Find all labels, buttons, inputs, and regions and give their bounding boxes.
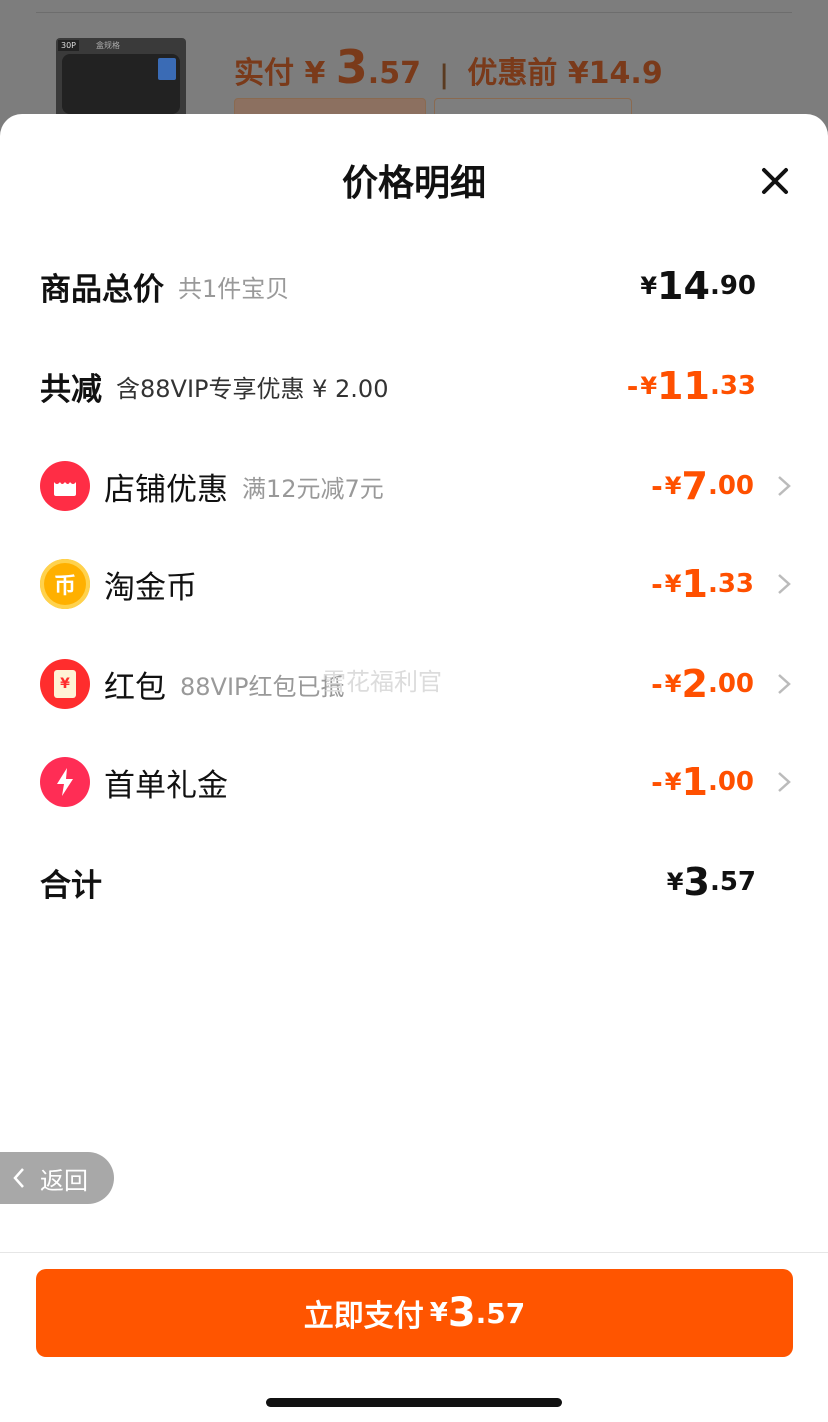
minus-sign: - [651, 469, 663, 503]
red-packet-label: 红包 [104, 669, 166, 706]
sum-label: 合计 [40, 867, 102, 904]
currency-symbol: ¥ [640, 272, 658, 300]
pay-amount-int: 3 [447, 1290, 476, 1336]
store-discount-label: 店铺优惠 [104, 471, 228, 508]
red-packet-icon: ¥ [40, 659, 90, 709]
before-discount-label: 优惠前 [467, 56, 558, 91]
chevron-right-icon [778, 674, 791, 694]
chevron-right-icon [778, 574, 791, 594]
currency-symbol: ¥ [664, 768, 682, 796]
goods-count: 共1件宝贝 [178, 274, 290, 303]
amount-int: 2 [681, 662, 708, 706]
minus-sign: - [651, 765, 663, 799]
thumbnail-tag: 30P [58, 40, 80, 51]
minus-sign: - [651, 667, 663, 701]
amount-dec: .33 [709, 371, 756, 401]
red-packet-glyph: ¥ [60, 676, 70, 692]
sum-amount: ¥3.57 [667, 852, 756, 912]
currency-symbol: ¥ [664, 570, 682, 598]
row-taobao-coins[interactable]: 币 淘金币 - ¥1.33 [40, 554, 792, 614]
amount-dec: .00 [707, 767, 754, 797]
background-price-summary: 实付 ¥ 3.57 | 优惠前 ¥14.9 [234, 40, 663, 94]
amount-dec: .00 [707, 669, 754, 699]
amount-int: 1 [681, 562, 708, 606]
amount-int: 3 [683, 860, 710, 904]
before-discount-value: ¥14.9 [567, 56, 663, 91]
amount-dec: .00 [707, 471, 754, 501]
amount-int: 1 [681, 760, 708, 804]
chevron-right-icon [778, 772, 791, 792]
product-image-badge [158, 58, 176, 80]
store-icon [40, 461, 90, 511]
back-button[interactable]: 返回 [0, 1152, 114, 1204]
amount-int: 14 [657, 264, 710, 308]
currency-symbol: ¥ [666, 868, 684, 896]
chevron-left-icon [13, 1168, 24, 1188]
currency-symbol: ¥ [664, 670, 682, 698]
background-divider [36, 12, 792, 13]
row-first-order-gift[interactable]: 首单礼金 - ¥1.00 [40, 752, 792, 812]
price-separator: | [439, 60, 449, 90]
chevron-right-icon [778, 476, 791, 496]
coin-glyph: 币 [53, 574, 76, 599]
total-reduction-label: 共减 [40, 371, 102, 408]
pay-now-label: 立即支付 [303, 1299, 424, 1334]
currency-symbol: ¥ [640, 372, 658, 400]
pay-now-button[interactable]: 立即支付 ¥3.57 [36, 1269, 793, 1357]
pay-currency: ¥ [429, 1298, 448, 1328]
red-packet-note: 88VIP红包已抵 [180, 672, 345, 701]
minus-sign: - [626, 369, 639, 403]
amount-dec: .90 [709, 271, 756, 301]
total-reduction-amount: - ¥11.33 [627, 356, 756, 416]
home-indicator [266, 1398, 562, 1407]
coins-amount: - ¥1.33 [651, 554, 754, 614]
pay-amount-dec: .57 [475, 1296, 526, 1330]
paid-dec: .57 [367, 56, 421, 91]
row-store-discount[interactable]: 店铺优惠 满12元减7元 - ¥7.00 [40, 456, 792, 516]
goods-total-amount: ¥14.90 [640, 256, 756, 316]
currency-symbol: ¥ [664, 472, 682, 500]
close-icon[interactable] [756, 162, 794, 200]
sheet-title: 价格明细 [341, 163, 486, 204]
row-goods-total: 商品总价 共1件宝贝 ¥14.90 [40, 256, 792, 316]
coin-icon: 币 [40, 559, 90, 609]
red-packet-amount: - ¥2.00 [651, 654, 754, 714]
store-discount-amount: - ¥7.00 [651, 456, 754, 516]
row-total-reduction: 共减 含88VIP专享优惠 ¥ 2.00 - ¥11.33 [40, 356, 792, 416]
amount-dec: .57 [709, 867, 756, 897]
coins-label: 淘金币 [104, 569, 197, 606]
price-detail-sheet: 价格明细 商品总价 共1件宝贝 ¥14.90 共减 含88VIP专享优惠 ¥ 2… [0, 114, 828, 1422]
row-sum: 合计 ¥3.57 [40, 852, 792, 912]
paid-label: 实付 [234, 56, 294, 91]
paid-currency: ¥ [304, 56, 326, 91]
back-label: 返回 [40, 1166, 88, 1195]
goods-total-label: 商品总价 [40, 271, 164, 308]
store-discount-rule: 满12元减7元 [242, 474, 384, 503]
thumbnail-tag-secondary: 盒规格 [96, 41, 120, 50]
amount-int: 7 [681, 464, 708, 508]
first-order-gift-amount: - ¥1.00 [651, 752, 754, 812]
product-thumbnail: 30P 盒规格 [56, 38, 186, 120]
paid-int: 3 [335, 40, 368, 94]
watermark: 雪花福利官 [322, 668, 442, 696]
amount-dec: .33 [707, 569, 754, 599]
vip-discount-note: 含88VIP专享优惠 ¥ 2.00 [116, 374, 389, 403]
lightning-icon [40, 757, 90, 807]
minus-sign: - [651, 567, 663, 601]
first-order-gift-label: 首单礼金 [104, 767, 228, 804]
amount-int: 11 [657, 364, 710, 408]
bottom-divider [0, 1252, 828, 1253]
